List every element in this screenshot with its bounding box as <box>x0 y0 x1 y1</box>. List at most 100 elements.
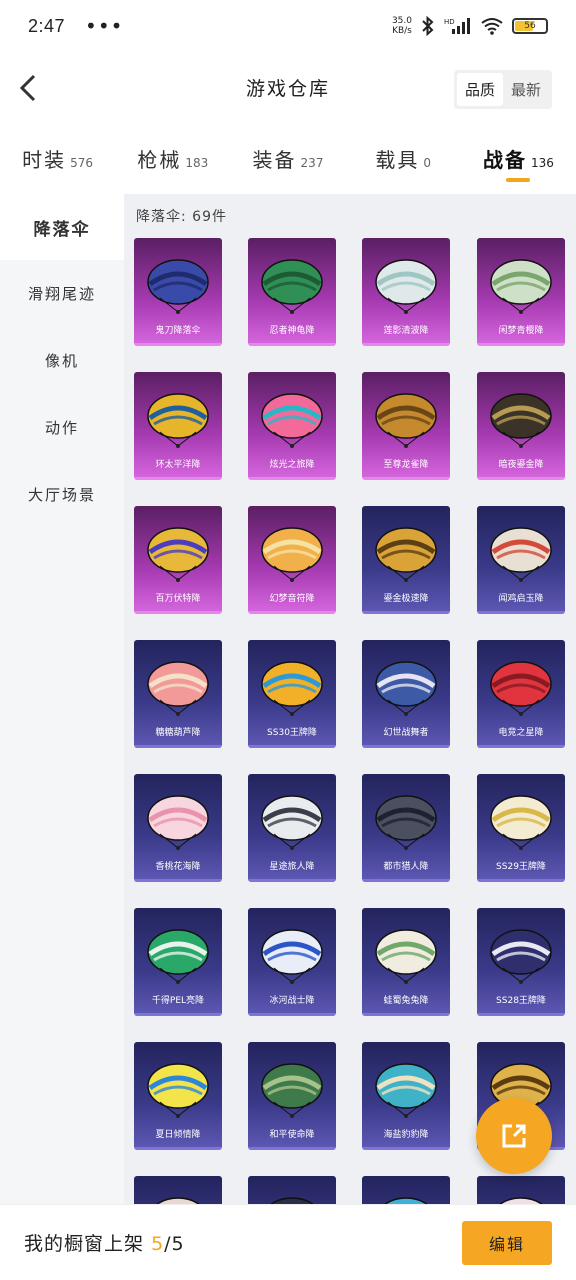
parachute-icon <box>261 259 323 314</box>
sidebar-item-glide-trail[interactable]: 滑翔尾迹 <box>0 260 124 327</box>
parachute-icon <box>490 527 552 582</box>
network-speed: 35.0 KB/s <box>392 16 412 36</box>
item-card[interactable]: 闻鸡启玉降 <box>477 506 565 614</box>
item-card[interactable]: 莲影清波降 <box>362 238 450 346</box>
sort-quality-button[interactable]: 品质 <box>456 73 503 106</box>
edit-button[interactable]: 编辑 <box>462 1220 552 1265</box>
item-count-label: 降落伞: 69件 <box>136 209 227 225</box>
item-card[interactable]: SS28王牌降 <box>477 908 565 1016</box>
tab-fashion[interactable]: 时装 576 <box>0 130 115 186</box>
parachute-icon <box>261 795 323 850</box>
item-card[interactable]: 糖糖葫芦降 <box>134 640 222 748</box>
item-name: 冰河战士降 <box>269 996 315 1006</box>
item-card[interactable] <box>477 1176 565 1204</box>
sidebar-item-camera[interactable]: 像机 <box>0 327 124 394</box>
game-warehouse-screen: 2:47 ••• 35.0 KB/s HD 56 游戏仓库 品质 最新 时装 57… <box>0 0 576 1280</box>
item-card[interactable]: 闲梦青樱降 <box>477 238 565 346</box>
item-card[interactable]: 环太平洋降 <box>134 372 222 480</box>
item-name: 星途旅人降 <box>269 862 315 872</box>
parachute-icon <box>375 795 437 850</box>
parachute-icon <box>499 1197 543 1204</box>
item-name: SS28王牌降 <box>496 996 546 1006</box>
notification-dots: ••• <box>85 14 124 38</box>
item-name: 夏日倾情降 <box>155 1130 201 1140</box>
parachute-icon <box>375 259 437 314</box>
parachute-icon <box>375 393 437 448</box>
item-card[interactable]: 冰河战士降 <box>248 908 336 1016</box>
share-icon <box>502 1124 526 1148</box>
sidebar-item-lobby-scene[interactable]: 大厅场景 <box>0 461 124 528</box>
speed-value: 35.0 <box>391 16 412 26</box>
showcase-label: 我的橱窗上架 <box>24 1233 145 1255</box>
item-name: SS30王牌降 <box>267 728 317 738</box>
item-card[interactable]: 忍者神龟降 <box>248 238 336 346</box>
item-name: 糖糖葫芦降 <box>155 728 201 738</box>
parachute-icon <box>490 795 552 850</box>
clock: 2:47 <box>28 15 66 36</box>
header: 游戏仓库 品质 最新 <box>0 62 576 114</box>
item-card[interactable]: 千得PEL亮降 <box>134 908 222 1016</box>
signal-icon: HD <box>444 18 470 34</box>
item-card[interactable]: 百万伏特降 <box>134 506 222 614</box>
category-tabs: 时装 576 枪械 183 装备 237 载具 0 战备 136 <box>0 130 576 186</box>
item-card[interactable]: 暗夜鎏金降 <box>477 372 565 480</box>
item-name: 幻世战舞者 <box>383 728 429 738</box>
item-card[interactable]: 幻梦音符降 <box>248 506 336 614</box>
sidebar-item-emote[interactable]: 动作 <box>0 394 124 461</box>
item-card[interactable]: 炫光之旅降 <box>248 372 336 480</box>
item-card[interactable]: 至尊龙雀降 <box>362 372 450 480</box>
item-name: 莲影清波降 <box>383 326 429 336</box>
showcase-status: 我的橱窗上架 5/5 <box>24 1229 185 1256</box>
item-card[interactable]: 和平使命降 <box>248 1042 336 1150</box>
item-card[interactable]: 鎏金极速降 <box>362 506 450 614</box>
tab-vehicles[interactable]: 载具 0 <box>346 130 461 186</box>
parachute-icon <box>375 1063 437 1118</box>
battery-icon: 56 <box>512 18 548 34</box>
parachute-icon <box>147 393 209 448</box>
item-name: 香桃花海降 <box>155 862 201 872</box>
parachute-icon <box>375 929 437 984</box>
item-card[interactable]: 香桃花海降 <box>134 774 222 882</box>
parachute-icon <box>147 527 209 582</box>
item-name: 忍者神龟降 <box>269 326 315 336</box>
parachute-icon <box>147 259 209 314</box>
tab-gear[interactable]: 战备 136 <box>461 130 576 186</box>
sort-toggle: 品质 最新 <box>453 70 552 109</box>
showcase-current: 5 <box>151 1233 165 1255</box>
item-card[interactable]: 海盐豹豹降 <box>362 1042 450 1150</box>
tab-label: 载具 <box>375 148 420 172</box>
item-card[interactable]: 夏日倾情降 <box>134 1042 222 1150</box>
item-name: 都市猎人降 <box>383 862 429 872</box>
sidebar: 降落伞 滑翔尾迹 像机 动作 大厅场景 <box>0 194 124 1204</box>
share-button[interactable] <box>476 1098 552 1174</box>
item-card[interactable]: SS30王牌降 <box>248 640 336 748</box>
parachute-icon <box>490 929 552 984</box>
item-card[interactable] <box>248 1176 336 1204</box>
item-card[interactable]: 幻世战舞者 <box>362 640 450 748</box>
item-card[interactable]: 鬼刀降落伞 <box>134 238 222 346</box>
tab-count: 136 <box>530 156 554 170</box>
item-name: 闻鸡启玉降 <box>498 594 544 604</box>
parachute-icon <box>490 393 552 448</box>
battery-level: 56 <box>524 21 536 31</box>
item-name: 海盐豹豹降 <box>383 1130 429 1140</box>
tab-count: 237 <box>300 156 324 170</box>
sidebar-item-parachute[interactable]: 降落伞 <box>0 194 124 260</box>
tab-weapons[interactable]: 枪械 183 <box>115 130 230 186</box>
item-card[interactable] <box>362 1176 450 1204</box>
item-name: SS29王牌降 <box>496 862 546 872</box>
tab-equipment[interactable]: 装备 237 <box>230 130 345 186</box>
parachute-icon <box>261 1063 323 1118</box>
parachute-icon <box>490 661 552 716</box>
item-card[interactable]: 都市猎人降 <box>362 774 450 882</box>
item-name: 鎏金极速降 <box>383 594 429 604</box>
item-card[interactable]: SS29王牌降 <box>477 774 565 882</box>
tab-count: 183 <box>185 156 209 170</box>
parachute-icon <box>147 661 209 716</box>
item-card[interactable]: 星途旅人降 <box>248 774 336 882</box>
sort-newest-button[interactable]: 最新 <box>503 73 549 106</box>
item-name: 炫光之旅降 <box>269 460 315 470</box>
item-card[interactable] <box>134 1176 222 1204</box>
item-card[interactable]: 蛙蜀兔兔降 <box>362 908 450 1016</box>
item-card[interactable]: 电竞之星降 <box>477 640 565 748</box>
